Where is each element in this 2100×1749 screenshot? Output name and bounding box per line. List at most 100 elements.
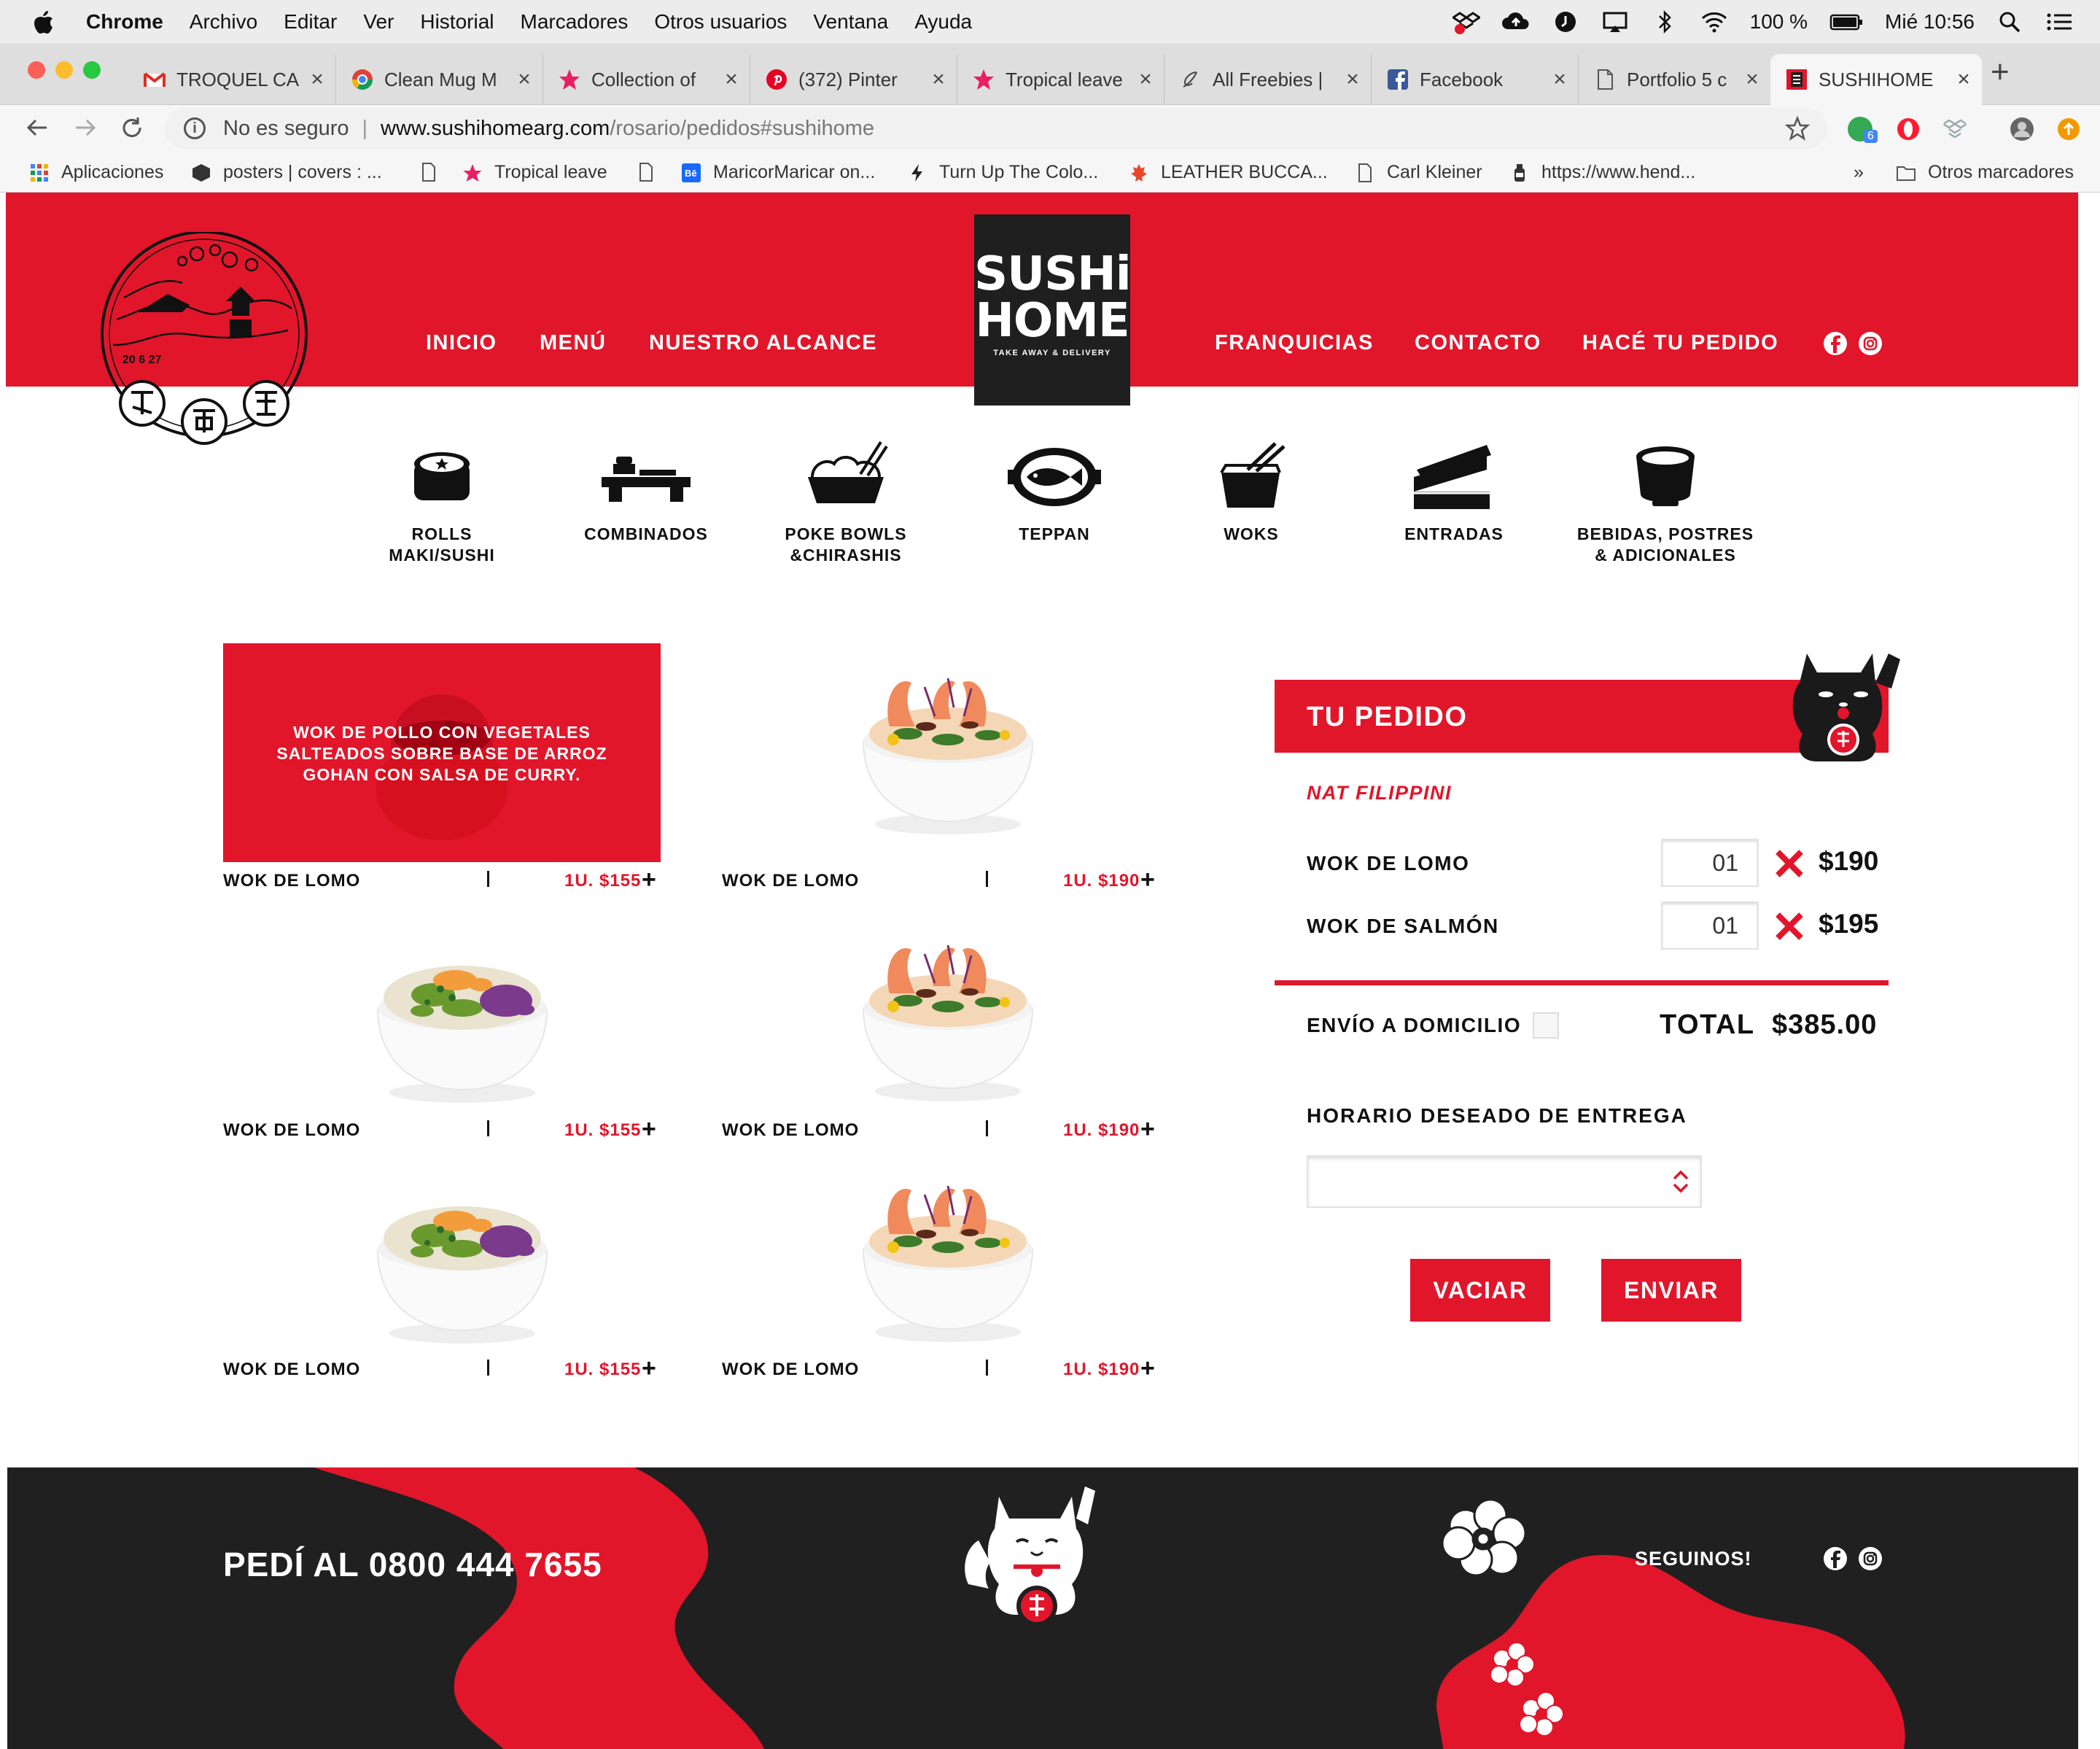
tab-close-icon[interactable]: ×	[928, 67, 949, 92]
instagram-icon[interactable]	[1858, 1546, 1883, 1571]
spotlight-search-icon[interactable]	[1996, 9, 2024, 35]
window-minimize-button[interactable]	[55, 61, 73, 79]
bookmark-apps[interactable]: Aplicaciones	[29, 162, 163, 183]
opera-icon[interactable]	[1896, 117, 1921, 141]
reload-icon[interactable]	[120, 115, 144, 140]
bookmark-maricor[interactable]: Bē MaricorMaricar on...	[681, 162, 875, 183]
menu-historial[interactable]: Historial	[420, 10, 494, 34]
remove-item-icon[interactable]	[1773, 848, 1805, 880]
facebook-icon[interactable]	[1823, 331, 1848, 356]
remove-item-icon[interactable]	[1773, 910, 1805, 942]
category-bebidas[interactable]: BEBIDAS, POSTRES & ADICIONALES	[1571, 441, 1760, 566]
window-zoom-button[interactable]	[83, 61, 101, 79]
airplay-icon[interactable]	[1601, 9, 1629, 35]
tab-tropical-leave[interactable]: Tropical leave ×	[957, 54, 1164, 105]
delivery-time-select[interactable]	[1307, 1155, 1702, 1208]
tab-close-icon[interactable]: ×	[513, 67, 535, 92]
tab-troquel[interactable]: TROQUEL CA ×	[128, 54, 335, 105]
category-poke-bowls[interactable]: POKE BOWLS &CHIRASHIS	[766, 441, 926, 566]
add-to-order-button[interactable]: +	[642, 1117, 656, 1141]
shipping-checkbox[interactable]	[1533, 1012, 1559, 1039]
bookmark-page[interactable]	[419, 162, 451, 182]
tab-pinterest[interactable]: (372) Pinter ×	[750, 54, 957, 105]
tab-close-icon[interactable]: ×	[1741, 67, 1763, 92]
status-circle-icon[interactable]	[1552, 9, 1579, 35]
update-icon[interactable]	[2056, 117, 2081, 141]
clear-order-button[interactable]: VACIAR	[1410, 1259, 1550, 1322]
bookmark-star-icon[interactable]	[1785, 116, 1810, 141]
nav-contacto[interactable]: CONTACTO	[1415, 331, 1541, 355]
tab-close-icon[interactable]: ×	[1342, 67, 1364, 92]
forward-arrow-icon[interactable]	[73, 115, 98, 140]
category-combinados[interactable]: COMBINADOS	[566, 441, 726, 545]
menubar-clock[interactable]: Mié 10:56	[1885, 10, 1975, 34]
nav-inicio[interactable]: INICIO	[426, 331, 497, 355]
battery-icon[interactable]	[1829, 9, 1863, 35]
instagram-icon[interactable]	[1858, 331, 1883, 356]
menu-marcadores[interactable]: Marcadores	[521, 10, 629, 34]
add-to-order-button[interactable]: +	[1140, 1356, 1155, 1381]
add-to-order-button[interactable]: +	[642, 1356, 656, 1381]
menu-ventana[interactable]: Ventana	[813, 10, 888, 34]
menu-ayuda[interactable]: Ayuda	[914, 10, 972, 34]
menu-editar[interactable]: Editar	[284, 10, 337, 34]
avatar[interactable]	[2010, 117, 2034, 141]
category-entradas[interactable]: ENTRADAS	[1374, 441, 1534, 545]
nav-nuestro-alcance[interactable]: NUESTRO ALCANCE	[649, 331, 877, 355]
quantity-input[interactable]: 01	[1661, 839, 1759, 887]
nav-menu[interactable]: MENÚ	[540, 331, 606, 355]
bookmark-other[interactable]: Otros marcadores	[1896, 162, 2074, 183]
tab-close-icon[interactable]: ×	[1953, 67, 1975, 92]
dropbox-status-icon[interactable]	[1452, 9, 1480, 35]
tab-close-icon[interactable]: ×	[720, 67, 742, 92]
page-scrollbar[interactable]	[2078, 193, 2100, 1749]
tab-sushihome-active[interactable]: SUSHIHOME ×	[1770, 54, 1982, 105]
facebook-icon[interactable]	[1823, 1546, 1848, 1571]
window-close-button[interactable]	[28, 61, 45, 79]
wifi-icon[interactable]	[1700, 9, 1728, 35]
tab-close-icon[interactable]: ×	[306, 67, 328, 92]
tab-portfolio[interactable]: Portfolio 5 c ×	[1578, 54, 1770, 105]
menu-archivo[interactable]: Archivo	[190, 10, 257, 34]
tab-close-icon[interactable]: ×	[1549, 67, 1571, 92]
bookmark-posters[interactable]: posters | covers : ...	[191, 162, 382, 183]
tab-close-icon[interactable]: ×	[1135, 67, 1156, 92]
cloud-upload-icon[interactable]	[1501, 9, 1530, 35]
send-order-button[interactable]: ENVIAR	[1601, 1259, 1741, 1322]
tab-all-freebies[interactable]: All Freebies | ×	[1164, 54, 1371, 105]
tab-clean-mug[interactable]: Clean Mug M ×	[335, 54, 542, 105]
sushi-home-logo[interactable]: SUSHi HOME TAKE AWAY & DELIVERY	[974, 214, 1132, 406]
tab-title: Tropical leave	[1006, 68, 1123, 90]
menu-ver[interactable]: Ver	[363, 10, 394, 34]
bookmark-turn-up[interactable]: Turn Up The Colo...	[907, 162, 1098, 183]
bluetooth-icon[interactable]	[1651, 9, 1679, 35]
bookmark-hend[interactable]: https://www.hend...	[1509, 162, 1695, 183]
product-card-featured[interactable]: WOK DE POLLO CON VEGETALES SALTEADOS SOB…	[223, 643, 661, 862]
quantity-input[interactable]: 01	[1661, 901, 1759, 950]
add-to-order-button[interactable]: +	[1140, 1117, 1155, 1141]
category-woks[interactable]: WOKS	[1171, 441, 1331, 545]
add-to-order-button[interactable]: +	[1140, 867, 1155, 892]
tab-collection[interactable]: Collection of ×	[542, 54, 750, 105]
bookmark-leather[interactable]: LEATHER BUCCA...	[1129, 162, 1328, 183]
apple-icon[interactable]	[29, 9, 58, 34]
tab-facebook[interactable]: Facebook ×	[1371, 54, 1578, 105]
menu-app-name[interactable]: Chrome	[86, 10, 163, 34]
menu-otros-usuarios[interactable]: Otros usuarios	[654, 10, 787, 34]
notification-center-icon[interactable]	[2046, 9, 2074, 35]
category-teppan[interactable]: TEPPAN	[974, 441, 1135, 545]
new-tab-button[interactable]: +	[1991, 54, 2010, 90]
nav-franquicias[interactable]: FRANQUICIAS	[1215, 331, 1374, 355]
add-to-order-button[interactable]: +	[642, 867, 656, 892]
dropbox-extension-icon[interactable]	[1942, 117, 1967, 141]
phone-order-text[interactable]: PEDÍ AL 0800 444 7655	[223, 1545, 602, 1584]
address-bar[interactable]: i No es seguro | www.sushihomearg.com /r…	[165, 108, 1827, 149]
back-arrow-icon[interactable]	[25, 115, 50, 140]
category-rolls[interactable]: ROLLS MAKI/SUSHI	[362, 441, 522, 566]
bookmark-carl-kleiner[interactable]: Carl Kleiner	[1355, 162, 1482, 183]
bookmark-tropical-leave[interactable]: Tropical leave	[462, 162, 607, 183]
bookmarks-overflow-button[interactable]: »	[1854, 162, 1864, 183]
info-icon[interactable]: i	[184, 117, 206, 139]
bookmark-page-2[interactable]	[636, 162, 668, 182]
nav-hace-tu-pedido[interactable]: HACÉ TU PEDIDO	[1582, 331, 1778, 355]
